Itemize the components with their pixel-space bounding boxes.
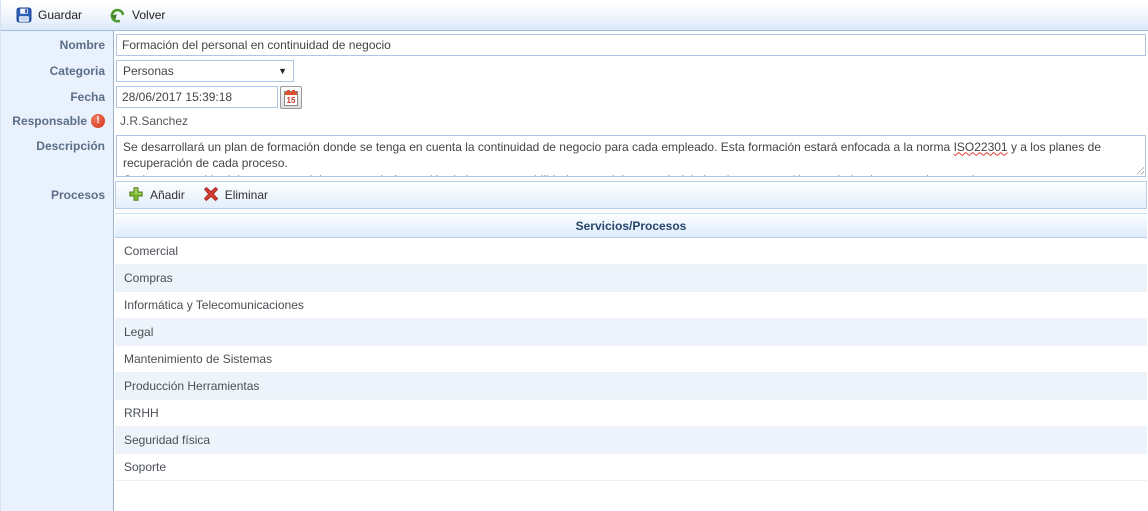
grid-row-soporte[interactable]: Soporte [115,454,1147,481]
categoria-label: Categoria [1,58,114,84]
chevron-down-icon: ▼ [278,66,287,76]
descripcion-line2: Cada responsable del proceso tendrá que … [123,172,1139,176]
field-row-procesos: Procesos Añadir [1,180,1148,511]
categoria-select[interactable]: Personas ▼ [116,60,294,82]
grid-row-comercial[interactable]: Comercial [115,238,1147,265]
calendar-picker-button[interactable]: 15 [280,86,302,109]
procesos-toolbar: Añadir Eliminar [115,181,1147,209]
grid-row-rrhh[interactable]: RRHH [115,400,1147,427]
responsable-label: Responsable [12,114,87,128]
field-row-categoria: Categoria Personas ▼ [1,58,1148,84]
red-cross-icon [203,186,219,205]
procesos-panel: Añadir Eliminar Servicios/Procesos Comer… [114,180,1148,511]
back-undo-arrow-icon [110,7,126,23]
back-button[interactable]: Volver [103,3,172,27]
grid-row-produccion[interactable]: Producción Herramientas [115,373,1147,400]
calendar-icon: 15 [284,91,298,106]
delete-process-label: Eliminar [225,188,268,202]
record-form: Nombre Categoria Personas ▼ Fecha [1,31,1148,511]
descripcion-textarea[interactable]: Se desarrollará un plan de formación don… [116,135,1146,177]
delete-process-button[interactable]: Eliminar [199,184,272,207]
add-process-button[interactable]: Añadir [124,184,189,207]
back-button-label: Volver [132,8,165,22]
nombre-label: Nombre [1,31,114,58]
responsable-value: J.R.Sanchez [116,114,188,128]
save-button[interactable]: Guardar [9,3,89,27]
top-toolbar: Guardar Volver [1,0,1148,31]
field-row-descripcion: Descripción Se desarrollará un plan de f… [1,131,1148,180]
grid-row-legal[interactable]: Legal [115,319,1147,346]
field-row-responsable: Responsable ! J.R.Sanchez [1,110,1148,131]
grid-row-mantenimiento[interactable]: Mantenimiento de Sistemas [115,346,1147,373]
field-row-nombre: Nombre [1,31,1148,58]
categoria-selected-value: Personas [123,64,174,78]
fecha-input[interactable] [116,86,278,108]
save-floppy-icon [16,7,32,23]
grid-row-compras[interactable]: Compras [115,265,1147,292]
save-button-label: Guardar [38,8,82,22]
misspelled-word: ISO22301 [954,140,1008,154]
descripcion-label: Descripción [1,131,114,180]
grid-row-informatica[interactable]: Informática y Telecomunicaciones [115,292,1147,319]
field-row-fecha: Fecha 15 [1,84,1148,110]
required-warning-icon: ! [91,114,105,128]
grid-column-header-servicios-procesos[interactable]: Servicios/Procesos [115,213,1147,238]
procesos-label: Procesos [1,180,114,511]
grid-row-seguridad[interactable]: Seguridad física [115,427,1147,454]
record-detail-page: Guardar Volver Nombre Categoria [0,0,1148,511]
calendar-day-number: 15 [285,96,297,106]
procesos-grid: Servicios/Procesos Comercial Compras Inf… [115,213,1147,511]
descripcion-line1: Se desarrollará un plan de formación don… [123,139,1139,173]
add-process-label: Añadir [150,188,185,202]
nombre-input[interactable] [116,34,1146,56]
fecha-label: Fecha [1,84,114,110]
plus-icon [128,186,144,205]
